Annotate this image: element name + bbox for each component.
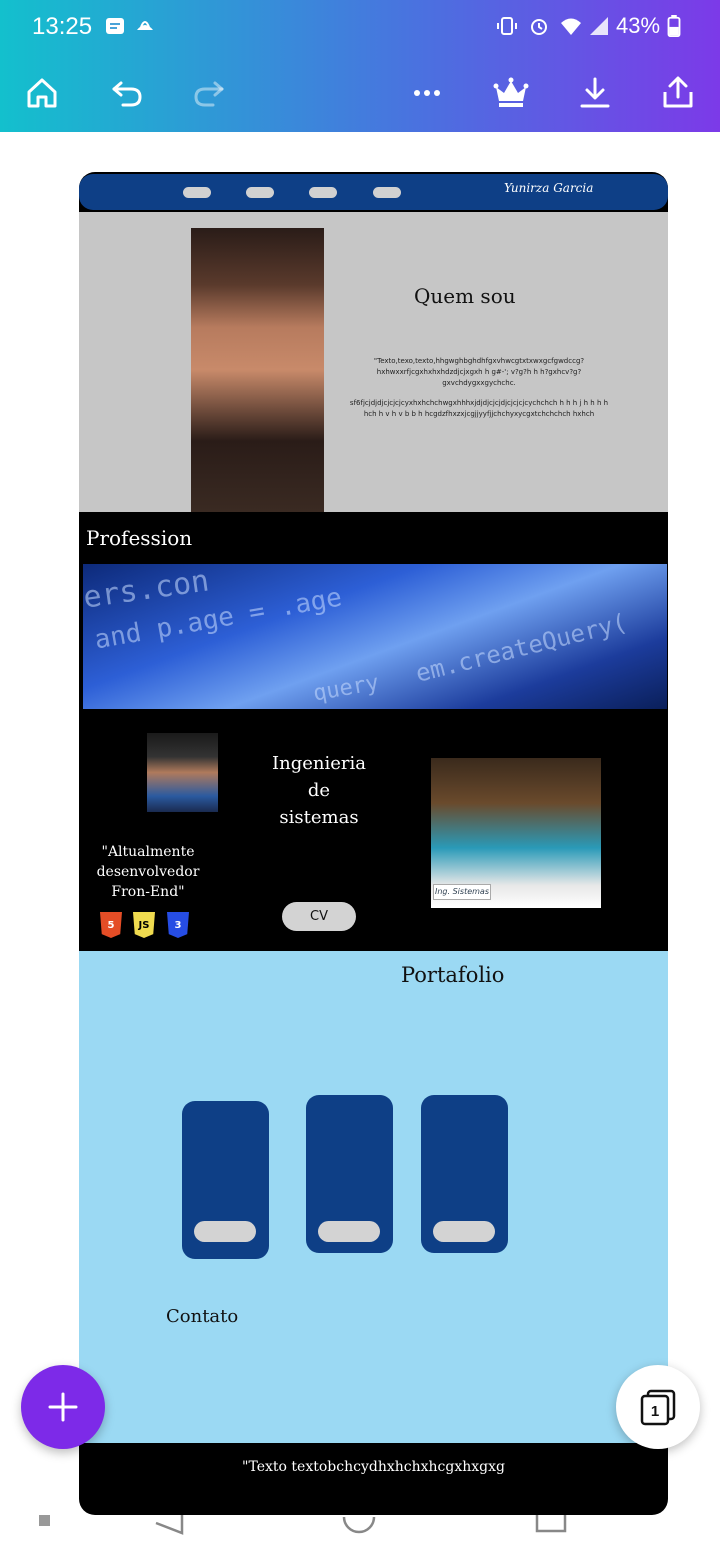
about-text-2: sf6fjcjdjdjcjcjcjcyxhxhchchwgxhhhxjdjdjc… <box>349 399 609 418</box>
nav-pill[interactable] <box>309 187 337 198</box>
portfolio-card[interactable] <box>182 1101 269 1259</box>
more-button[interactable] <box>402 68 452 118</box>
portfolio-section: Portafolio Contato <box>79 951 668 1443</box>
status-time: 13:25 <box>32 13 93 40</box>
add-element-button[interactable] <box>21 1365 105 1449</box>
portfolio-card[interactable] <box>421 1095 508 1253</box>
about-section: Quem sou "Texto,texo,texto,hhgwghbghdhfg… <box>79 212 668 512</box>
battery-icon <box>667 15 681 37</box>
download-icon <box>580 77 610 108</box>
download-button[interactable] <box>570 68 620 118</box>
alarm-icon <box>531 19 547 35</box>
site-nav[interactable]: Yunirza Garcia <box>79 174 668 210</box>
nav-pill[interactable] <box>246 187 274 198</box>
portfolio-card-button[interactable] <box>318 1221 380 1242</box>
about-title: Quem sou <box>414 284 516 308</box>
home-icon <box>27 78 57 108</box>
home-nav-icon[interactable] <box>342 1515 376 1535</box>
desk-sign: Ing. Sistemas <box>433 884 491 900</box>
message-icon <box>106 18 124 34</box>
page-count: 1 <box>651 1403 659 1420</box>
design-canvas[interactable]: Yunirza Garcia Quem sou "Texto,texo,text… <box>79 172 668 1515</box>
battery-percent: 43% <box>616 13 661 38</box>
nav-pill[interactable] <box>183 187 211 198</box>
bank-icon <box>137 21 153 30</box>
javascript-icon: JS <box>133 912 155 938</box>
contact-title: Contato <box>166 1306 239 1327</box>
portfolio-card-button[interactable] <box>433 1221 495 1242</box>
home-button[interactable] <box>17 68 67 118</box>
nav-pill[interactable] <box>373 187 401 198</box>
graduation-photo[interactable] <box>147 733 218 812</box>
site-author-name: Yunirza Garcia <box>504 181 594 195</box>
editor-toolbar <box>0 56 720 132</box>
undo-button[interactable] <box>102 68 152 118</box>
redo-icon <box>194 81 224 107</box>
share-button[interactable] <box>653 68 703 118</box>
plus-icon <box>48 1392 78 1422</box>
status-bar: 13:25 43% <box>0 0 720 56</box>
overview-icon[interactable] <box>534 1515 568 1535</box>
footer-text: "Texto textobchcydhxhchxhcgxhxgxg <box>242 1459 505 1475</box>
html5-icon: 5 <box>100 912 122 938</box>
about-text-1: "Texto,texo,texto,hhgwghbghdhfgxvhwcgtxt… <box>373 357 585 387</box>
css3-icon: 3 <box>167 912 189 938</box>
share-icon <box>663 76 693 108</box>
keyboard-banner-image[interactable]: ers.con and p.age = .age query em.create… <box>83 564 667 709</box>
redo-button[interactable] <box>184 68 234 118</box>
system-nav-bar <box>0 1515 720 1560</box>
degree-title: Ingenieria de sistemas <box>272 753 366 828</box>
portfolio-title: Portafolio <box>401 963 505 987</box>
profile-photo[interactable] <box>191 228 324 512</box>
vibrate-icon <box>497 17 517 35</box>
desk-photo[interactable]: Ing. Sistemas <box>431 758 601 908</box>
wifi-icon <box>561 18 581 35</box>
crown-icon <box>493 77 529 107</box>
cv-button[interactable]: CV <box>282 902 356 931</box>
undo-icon <box>112 81 142 107</box>
pages-icon: 1 <box>640 1389 676 1426</box>
portfolio-card[interactable] <box>306 1095 393 1253</box>
recents-indicator-icon[interactable] <box>39 1515 50 1526</box>
banner-code-text: em.createQuery( <box>412 608 630 688</box>
banner-code-text: query <box>311 670 381 707</box>
back-icon[interactable] <box>152 1515 186 1535</box>
more-icon <box>414 90 440 96</box>
profession-title: Profession <box>86 526 193 550</box>
portfolio-card-button[interactable] <box>194 1221 256 1242</box>
developer-quote: "Altualmente desenvolvedor Fron-End" <box>96 844 200 900</box>
signal-icon <box>590 17 608 35</box>
pages-button[interactable]: 1 <box>616 1365 700 1449</box>
premium-button[interactable] <box>486 68 536 118</box>
